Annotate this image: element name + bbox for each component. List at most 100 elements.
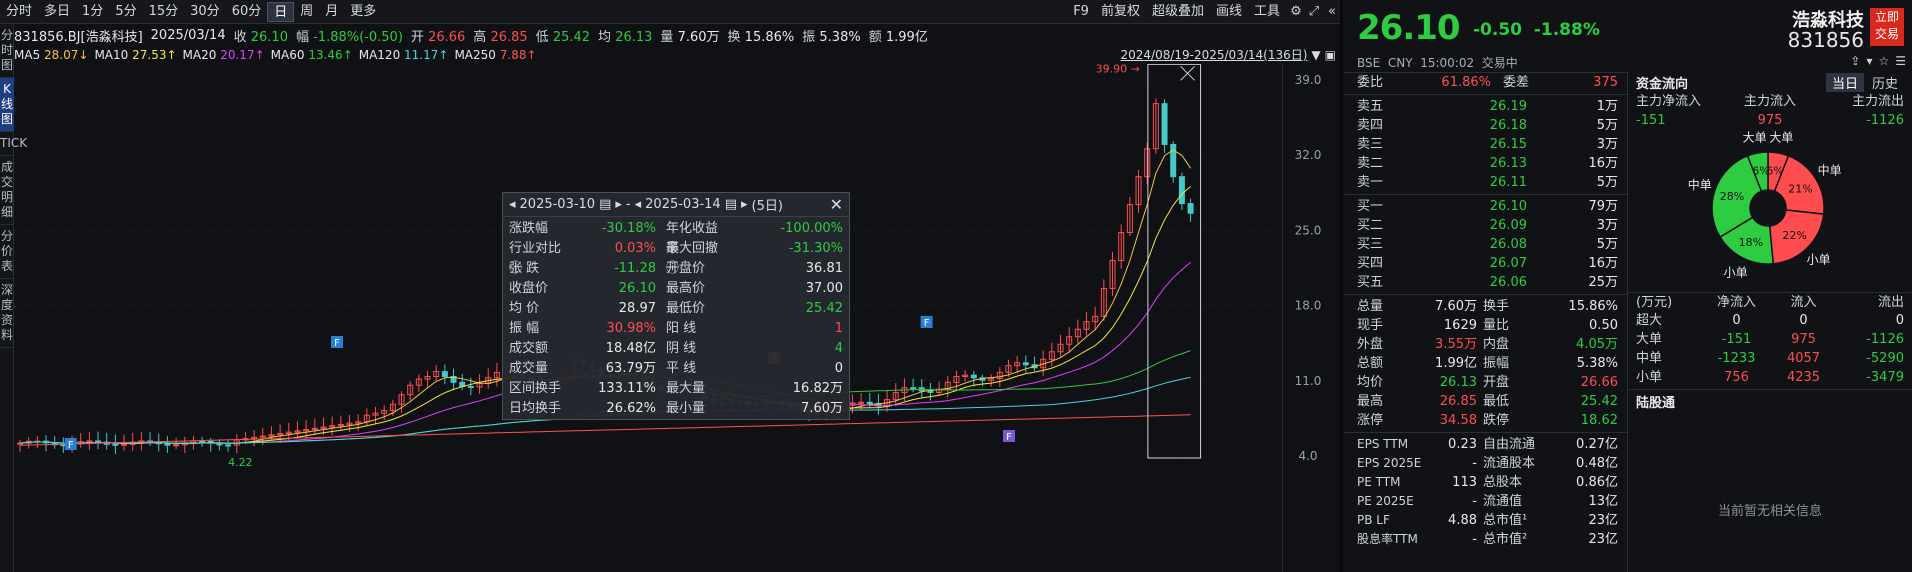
popup-label: 成交量 [509, 361, 549, 376]
fin-row: PB LF 4.88 总市值¹ 23亿 [1357, 513, 1618, 528]
flow-row: 小单 756 4235 -3479 [1636, 370, 1904, 385]
flow-row: 大单 -151 975 -1126 [1636, 332, 1904, 347]
period-tab[interactable]: 5分 [109, 2, 142, 22]
tool-button[interactable]: 前复权 [1095, 2, 1146, 22]
popup-label: 张 跌 [509, 261, 540, 276]
side-tab[interactable]: 分时图 [0, 24, 14, 78]
main-flow-values: -151 975 -1126 [1636, 113, 1904, 128]
market-info: BSE CNY 15:00:02 交易中 [1357, 56, 1518, 70]
candle-body [441, 371, 448, 377]
collapse-icon[interactable]: « [1324, 4, 1340, 20]
popup-value: 63.79万 [605, 361, 656, 376]
end-date[interactable]: 2025-03-14 [645, 197, 721, 212]
order-book: 委比 61.86% 委差 375 卖五 26.19 1万 卖四 26.18 5万 卖三 26.… [1343, 72, 1628, 549]
period-tab[interactable]: 1分 [76, 2, 109, 22]
orderbook-row[interactable]: 卖五 26.19 1万 [1343, 97, 1628, 116]
orderbook-row[interactable]: 买二 26.09 3万 [1343, 216, 1628, 235]
tool-button[interactable]: F9 [1067, 2, 1095, 22]
period-tab[interactable]: 多日 [38, 2, 76, 22]
y-tick-label: 25.0 [1295, 223, 1322, 237]
period-tab[interactable]: 60分 [226, 2, 268, 22]
calendar-icon[interactable]: ▤ [599, 197, 611, 212]
close-icon[interactable] [1180, 65, 1195, 81]
pie-category-label: 大单 [1769, 130, 1793, 144]
tool-button[interactable]: 工具 [1248, 2, 1286, 22]
period-tab[interactable]: 30分 [184, 2, 226, 22]
side-tab[interactable]: 成交明细 [0, 156, 14, 225]
side-tab[interactable]: TICK [0, 132, 27, 156]
event-marker-label: F [1006, 432, 1012, 443]
gear-icon[interactable]: ⚙ [1288, 4, 1304, 20]
expand-icon[interactable]: ⤢ [1306, 4, 1322, 20]
candle-body [1187, 203, 1194, 214]
next-icon[interactable]: ▸ [615, 197, 622, 212]
popup-value: 16.82万 [792, 381, 843, 396]
side-tab[interactable]: 深度资料 [0, 279, 14, 348]
popup-label: 涨跌幅 [509, 221, 549, 236]
period-tab[interactable]: 日 [267, 1, 295, 22]
prev-icon[interactable]: ◂ [509, 197, 516, 212]
period-tab[interactable]: 15分 [143, 2, 185, 22]
popup-label: 最大量 [666, 381, 706, 396]
tool-button[interactable]: 画线 [1210, 2, 1248, 22]
orderbook-row[interactable]: 买一 26.10 79万 [1343, 197, 1628, 216]
pie-pct-label: 18% [1739, 236, 1763, 249]
fin-row: EPS 2025E - 流通股本 0.48亿 [1357, 456, 1618, 471]
date-range[interactable]: 2024/08/19-2025/03/14(136日) ▼ ▣ [1120, 46, 1336, 63]
last-price: 26.10 [1357, 8, 1461, 48]
popup-value: 7.60万 [801, 401, 843, 416]
pie-category-label: 中单 [1818, 163, 1842, 178]
close-icon[interactable]: ✕ [830, 195, 843, 214]
bar-date: 2025/03/14 [150, 27, 226, 43]
ma-item: MA120 11.17↑ [358, 48, 449, 62]
popup-value: 18.48亿 [605, 341, 656, 356]
candle-body [970, 374, 977, 379]
dropdown-icon[interactable]: ▾ [1866, 54, 1872, 68]
period-tab[interactable]: 分时 [0, 2, 38, 22]
period-tab[interactable]: 周 [294, 2, 319, 22]
candle-body [1161, 103, 1168, 145]
orderbook-row[interactable]: 买三 26.08 5万 [1343, 235, 1628, 254]
side-tab[interactable]: 分价表 [0, 225, 14, 279]
prev-icon[interactable]: ◂ [635, 197, 642, 212]
orderbook-row[interactable]: 买五 26.06 25万 [1343, 273, 1628, 292]
tab-history[interactable]: 历史 [1866, 73, 1904, 92]
tool-button[interactable]: 超级叠加 [1146, 2, 1210, 22]
popup-value: 26.62% [606, 401, 656, 416]
orderbook-row[interactable]: 卖三 26.15 3万 [1343, 135, 1628, 154]
start-date[interactable]: 2025-03-10 [520, 197, 596, 212]
candle-body [927, 390, 934, 393]
pie-category-label: 小单 [1724, 265, 1748, 279]
popup-label: 行业对比 ⓘ [509, 241, 562, 276]
popup-value: 25.42 [805, 301, 843, 316]
low-field: 低 25.42 [535, 29, 591, 45]
candle-body [1178, 176, 1185, 205]
menu-icon[interactable]: ☰ [1895, 54, 1906, 68]
orderbook-row[interactable]: 卖四 26.18 5万 [1343, 116, 1628, 135]
tab-today[interactable]: 当日 [1825, 72, 1864, 92]
chart-tools: F9 前复权 超级叠加 画线 工具 ⚙ ⤢ « [1067, 2, 1340, 22]
range-stats-popup[interactable]: ◂ 2025-03-10 ▤ ▸ - ◂ 2025-03-14 ▤ ▸ (5日)… [502, 192, 850, 420]
period-tab[interactable]: 月 [319, 2, 344, 22]
trade-now-button[interactable]: 立即交易 [1870, 8, 1904, 46]
popup-label: 最小量 [666, 401, 706, 416]
next-icon[interactable]: ▸ [741, 197, 748, 212]
lock-icon[interactable]: ▣ [1325, 48, 1336, 62]
dropdown-icon[interactable]: ▼ [1311, 48, 1320, 62]
calendar-icon[interactable]: ▤ [725, 197, 737, 212]
popup-value: 36.81 [805, 261, 843, 276]
popup-label: 振 幅 [509, 321, 540, 336]
lgt-empty: 当前暂无相关信息 [1717, 504, 1822, 519]
pie-category-label: 小单 [1807, 252, 1831, 266]
candle-body [866, 401, 873, 404]
pie-pct-label: 21% [1788, 182, 1812, 195]
pie-pct-label: 28% [1720, 190, 1744, 203]
orderbook-row[interactable]: 卖一 26.11 5万 [1343, 173, 1628, 192]
candle-body [112, 443, 119, 446]
star-icon[interactable]: ☆ [1878, 54, 1889, 68]
orderbook-row[interactable]: 买四 26.07 16万 [1343, 254, 1628, 273]
orderbook-row[interactable]: 卖二 26.13 16万 [1343, 154, 1628, 173]
period-tab[interactable]: 更多 [344, 2, 382, 22]
share-icon[interactable]: ⇪ [1850, 54, 1860, 68]
side-tab[interactable]: K线图 [0, 78, 14, 132]
